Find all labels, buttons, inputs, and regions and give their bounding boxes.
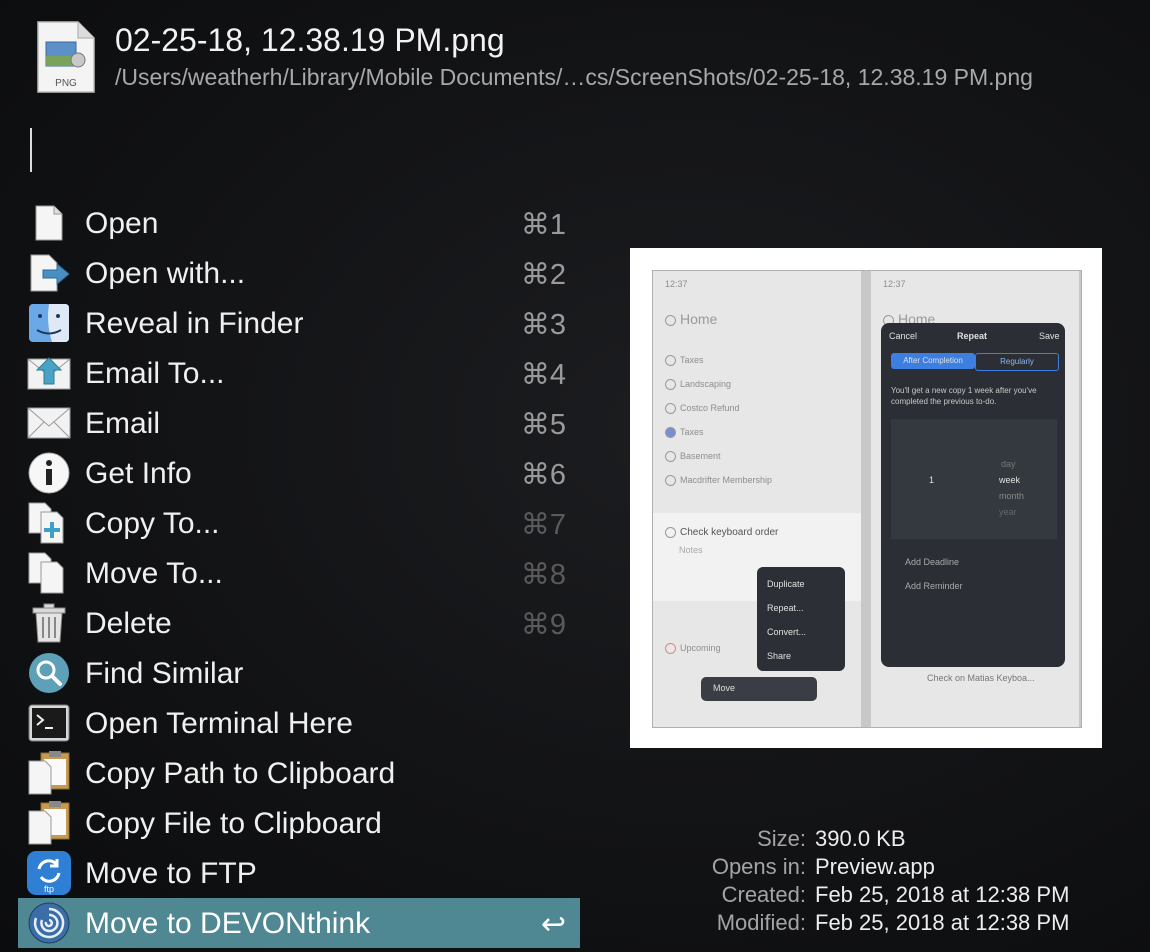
return-key-icon: ↩ [540, 908, 566, 941]
magnifier-icon [26, 652, 72, 694]
action-label: Get Info [85, 457, 192, 490]
status-time: 12:37 [883, 279, 906, 289]
phone-bottom-task: Check on Matias Keyboa... [927, 673, 1035, 683]
action-label: Email To... [85, 357, 225, 390]
phone-task: Check keyboard order [665, 527, 778, 538]
info-size: Size: 390.0 KB [600, 826, 1140, 854]
info-opens-in: Opens in: Preview.app [600, 854, 1140, 882]
info-value: 390.0 KB [815, 826, 906, 851]
preview-context-menu: Duplicate Repeat... Convert... Share [757, 567, 845, 671]
phone-notes: Notes [679, 545, 703, 555]
envelope-icon [26, 402, 72, 444]
action-label: Move to FTP [85, 857, 257, 890]
action-copy-to[interactable]: Copy To... ⌘7 [18, 498, 580, 548]
search-input-cursor[interactable] [30, 128, 32, 172]
action-label: Copy Path to Clipboard [85, 757, 396, 790]
open-with-icon [26, 252, 72, 294]
action-get-info[interactable]: Get Info ⌘6 [18, 448, 580, 498]
action-copy-file-to-clipboard[interactable]: Copy File to Clipboard [18, 798, 580, 848]
file-type-badge: PNG [55, 78, 77, 89]
shortcut-label: ⌘6 [520, 459, 566, 491]
info-key: Created: [721, 882, 806, 907]
svg-text:ftp: ftp [44, 884, 54, 894]
info-key: Modified: [716, 910, 806, 935]
terminal-icon [26, 702, 72, 744]
action-label: Delete [85, 607, 172, 640]
info-value: Feb 25, 2018 at 12:38 PM [815, 882, 1070, 907]
shortcut-label: ⌘9 [520, 609, 566, 641]
action-label: Email [85, 407, 161, 440]
action-label: Reveal in Finder [85, 307, 304, 340]
action-open-terminal-here[interactable]: Open Terminal Here [18, 698, 580, 748]
status-time: 12:37 [665, 279, 688, 289]
phone-item: Taxes [665, 427, 704, 439]
phone-item: Taxes [665, 355, 704, 367]
action-move-to-devonthink[interactable]: Move to DEVONthink ↩ [18, 898, 580, 948]
shortcut-label: ⌘8 [520, 559, 566, 591]
preview-repeat-sheet: Cancel Repeat Save After Completion Regu… [881, 323, 1065, 667]
info-icon [26, 452, 72, 494]
shortcut-label: ⌘4 [520, 359, 566, 391]
phone-item: Basement [665, 451, 721, 463]
phone-item: Macdrifter Membership [665, 475, 772, 487]
action-reveal-in-finder[interactable]: Reveal in Finder ⌘3 [18, 298, 580, 348]
shortcut-label: ⌘3 [520, 309, 566, 341]
preview-phone-left: 12:37 Home Taxes Landscaping Costco Refu… [653, 271, 861, 727]
phone-title: Home [665, 311, 717, 327]
file-info: Size: 390.0 KB Opens in: Preview.app Cre… [600, 826, 1140, 938]
clipboard-icon [26, 801, 72, 845]
preview-phone-right: 12:37 Home Cancel Repeat Save After Comp… [871, 271, 1079, 727]
file-header: PNG 02-25-18, 12.38.19 PM.png /Users/wea… [0, 0, 1150, 120]
finder-icon [26, 302, 72, 344]
info-value: Feb 25, 2018 at 12:38 PM [815, 910, 1070, 935]
info-modified: Modified: Feb 25, 2018 at 12:38 PM [600, 910, 1140, 938]
shortcut-label: ⌘2 [520, 259, 566, 291]
action-email-to[interactable]: Email To... ⌘4 [18, 348, 580, 398]
devonthink-icon [26, 902, 72, 944]
shortcut-label: ⌘7 [520, 509, 566, 541]
file-path: /Users/weatherh/Library/Mobile Documents… [115, 64, 1033, 90]
file-preview: 12:37 Home Taxes Landscaping Costco Refu… [630, 248, 1102, 748]
action-label: Open [85, 207, 159, 240]
action-find-similar[interactable]: Find Similar [18, 648, 580, 698]
action-copy-path-to-clipboard[interactable]: Copy Path to Clipboard [18, 748, 580, 798]
action-label: Move to DEVONthink [85, 907, 371, 940]
info-created: Created: Feb 25, 2018 at 12:38 PM [600, 882, 1140, 910]
phone-item: Landscaping [665, 379, 731, 391]
action-label: Open Terminal Here [85, 707, 353, 740]
email-to-icon [26, 352, 72, 394]
action-email[interactable]: Email ⌘5 [18, 398, 580, 448]
phone-section: Upcoming [665, 643, 721, 655]
info-key: Size: [757, 826, 806, 851]
preview-image: 12:37 Home Taxes Landscaping Costco Refu… [652, 270, 1082, 728]
clipboard-icon [26, 751, 72, 795]
action-move-to[interactable]: Move To... ⌘8 [18, 548, 580, 598]
move-to-icon [26, 552, 72, 594]
info-value: Preview.app [815, 854, 935, 879]
ftp-icon: ftp [26, 851, 72, 895]
trash-icon [26, 602, 72, 644]
action-open-with[interactable]: Open with... ⌘2 [18, 248, 580, 298]
phone-item: Costco Refund [665, 403, 740, 415]
action-list: Open ⌘1 Open with... ⌘2 Reveal in Finder… [18, 198, 580, 948]
action-label: Copy To... [85, 507, 220, 540]
action-label: Move To... [85, 557, 223, 590]
shortcut-label: ⌘5 [520, 409, 566, 441]
action-open[interactable]: Open ⌘1 [18, 198, 580, 248]
info-key: Opens in: [711, 854, 806, 879]
preview-toolbar: Move [701, 677, 817, 701]
action-label: Find Similar [85, 657, 244, 690]
action-label: Open with... [85, 257, 246, 290]
shortcut-label: ⌘1 [520, 209, 566, 241]
document-icon [26, 202, 72, 244]
action-move-to-ftp[interactable]: ftp Move to FTP [18, 848, 580, 898]
file-title: 02-25-18, 12.38.19 PM.png [115, 22, 505, 58]
action-label: Copy File to Clipboard [85, 807, 382, 840]
copy-to-icon [26, 502, 72, 544]
action-delete[interactable]: Delete ⌘9 [18, 598, 580, 648]
png-file-icon: PNG [36, 20, 96, 94]
